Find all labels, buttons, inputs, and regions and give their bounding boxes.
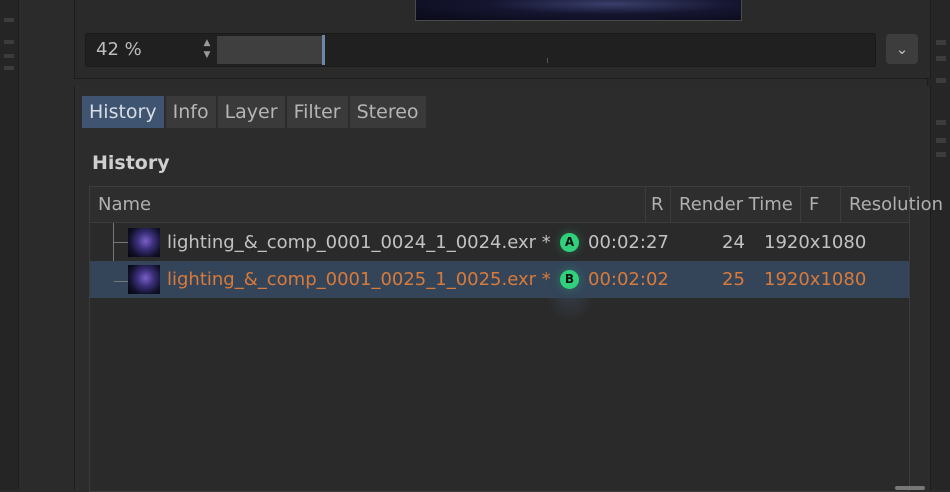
toolbar-mark xyxy=(936,138,946,143)
zoom-slider-mark xyxy=(547,58,548,63)
row-name: lighting_&_comp_0001_0024_1_0024.exr * xyxy=(167,232,551,253)
left-toolbar-strip xyxy=(0,0,19,490)
row-resolution: 1920x1080 xyxy=(764,269,867,290)
row-render-time: 00:02:27 xyxy=(588,232,669,253)
render-preview-image[interactable] xyxy=(415,0,742,21)
column-header-r[interactable]: R xyxy=(646,187,671,222)
render-thumbnail-icon xyxy=(128,265,160,294)
tab-history[interactable]: History xyxy=(82,96,164,128)
toolbar-mark xyxy=(936,78,946,83)
badge-a-icon[interactable]: A xyxy=(560,233,579,252)
row-render-time: 00:02:02 xyxy=(588,269,669,290)
column-header-resolution[interactable]: Resolution xyxy=(841,187,950,222)
scrollbar[interactable] xyxy=(895,486,925,490)
up-down-arrows-icon[interactable]: ▲ ▼ xyxy=(200,37,214,61)
render-thumbnail-icon xyxy=(128,228,160,257)
toolbar-mark xyxy=(936,56,946,61)
zoom-slider-fill xyxy=(217,36,322,64)
zoom-slider[interactable] xyxy=(217,33,876,67)
row-frame: 25 xyxy=(722,269,745,290)
tree-branch xyxy=(114,281,128,282)
toolbar-mark xyxy=(936,40,946,45)
table-header: Name R Render Time F Resolution xyxy=(90,187,943,223)
chevron-down-icon[interactable]: ⌄ xyxy=(886,34,918,64)
panel-tabs: History Info Layer Filter Stereo xyxy=(82,96,428,128)
column-header-render-time[interactable]: Render Time xyxy=(671,187,801,222)
toolbar-mark xyxy=(936,120,946,125)
section-title: History xyxy=(92,152,170,174)
tree-branch xyxy=(114,242,128,243)
zoom-input[interactable]: 42 % ▲ ▼ xyxy=(85,33,219,67)
zoom-slider-handle[interactable] xyxy=(322,35,325,65)
column-header-name[interactable]: Name xyxy=(90,187,646,222)
column-header-frame[interactable]: F xyxy=(801,187,841,222)
zoom-value: 42 % xyxy=(96,39,142,60)
row-frame: 24 xyxy=(722,232,745,253)
history-table: Name R Render Time F Resolution lighting… xyxy=(89,186,943,492)
tab-layer[interactable]: Layer xyxy=(217,96,285,128)
badge-b-icon[interactable]: B xyxy=(560,270,579,289)
tab-info[interactable]: Info xyxy=(165,96,216,128)
tab-filter[interactable]: Filter xyxy=(286,96,348,128)
tab-stereo[interactable]: Stereo xyxy=(349,96,426,128)
table-row-selected[interactable]: lighting_&_comp_0001_0025_1_0025.exr * B… xyxy=(90,261,909,298)
toolbar-mark xyxy=(936,152,946,157)
row-resolution: 1920x1080 xyxy=(764,232,867,253)
toolbar-mark xyxy=(4,40,14,44)
toolbar-mark xyxy=(4,66,14,70)
table-row[interactable]: lighting_&_comp_0001_0024_1_0024.exr * A… xyxy=(90,224,909,261)
row-name: lighting_&_comp_0001_0025_1_0025.exr * xyxy=(167,269,551,290)
toolbar-mark xyxy=(4,18,14,22)
toolbar-mark xyxy=(4,54,14,58)
